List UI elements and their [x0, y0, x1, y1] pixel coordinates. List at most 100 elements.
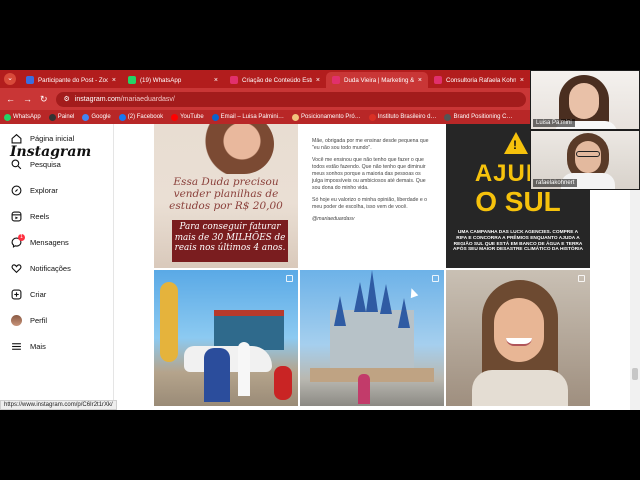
reels-icon [11, 211, 22, 221]
home-icon [11, 133, 22, 143]
nav-item-notifica-es[interactable]: Notificações [11, 261, 71, 275]
tab-favicon-icon [230, 76, 238, 84]
portrait-image [194, 124, 274, 174]
menu-icon [12, 342, 21, 350]
close-icon[interactable]: × [112, 77, 116, 84]
plus-square-icon [11, 289, 22, 299]
participant-name: Luisa Palmini [533, 119, 575, 127]
url-host: instagram.com [74, 95, 121, 103]
nav-label: Mais [30, 341, 46, 351]
nav-item-mensagens[interactable]: 1 Mensagens [11, 233, 69, 249]
selfie-shirt [472, 370, 568, 406]
castle-spire [334, 296, 346, 326]
bookmark-favicon-icon [211, 113, 219, 121]
zoom-participant-tile[interactable]: Luisa Palmini [530, 70, 640, 130]
bookmark-item[interactable]: Google [82, 113, 111, 121]
heart-icon [11, 263, 22, 273]
bookmark-item[interactable]: Instituto Brasileiro d… [368, 113, 437, 121]
statue-image [160, 282, 178, 362]
campaign-description: UMA CAMPANHA DAS LUCK AGENCIES. COMPRE A… [453, 230, 583, 253]
character-image [204, 348, 230, 402]
tab-favicon-icon [332, 76, 340, 84]
nav-item-p-gina-inicial[interactable]: Página inicial [11, 131, 74, 145]
nav-label: Mensagens [30, 237, 69, 247]
nav-item-criar[interactable]: Criar [11, 287, 46, 301]
close-icon[interactable]: × [418, 77, 422, 84]
nav-item-reels[interactable]: Reels [11, 209, 49, 223]
castle-spire [354, 282, 366, 312]
castle-spire [366, 270, 378, 312]
back-icon[interactable]: ← [6, 94, 15, 104]
bookmark-label: YouTube [180, 114, 204, 120]
nav-label: Notificações [30, 263, 71, 273]
scrollbar-thumb[interactable] [632, 368, 638, 380]
close-icon[interactable]: × [520, 77, 524, 84]
bookmark-favicon-icon [4, 113, 11, 121]
url-field[interactable]: ⚙ instagram.com/mariaeduardasv/ [55, 91, 526, 107]
bookmark-item[interactable]: Email – Luisa Palmini… [211, 113, 285, 121]
warning-icon: ! [504, 132, 528, 154]
tab-favicon-icon [26, 76, 34, 84]
browser-tab[interactable]: Consultoria Rafaela Kohnert × [428, 72, 530, 88]
letter-paragraph: Mãe, obrigada por me ensinar desde peque… [312, 138, 429, 151]
selfie-smile [506, 338, 532, 346]
tab-label: Duda Vieira | Marketing & Cont [344, 76, 414, 84]
nav-item-pesquisa[interactable]: Pesquisa [11, 157, 61, 171]
post-letter-to-mom[interactable]: Mãe, obrigada por me ensinar desde peque… [300, 124, 444, 268]
bookmark-label: Google [91, 114, 111, 120]
bookmark-favicon-icon [292, 113, 300, 121]
browser-tab[interactable]: Participante do Post - Zoom × [20, 72, 122, 88]
glasses [576, 151, 600, 157]
close-icon[interactable]: × [214, 77, 218, 84]
selfie-face [494, 298, 544, 362]
reload-icon[interactable]: ↻ [40, 94, 48, 105]
post-selfie[interactable] [446, 270, 590, 406]
bookmark-item[interactable]: YouTube [171, 113, 204, 121]
nav-item-explorar[interactable]: Explorar [11, 183, 58, 197]
letterbox-bottom [0, 410, 640, 480]
bookmark-label: Email – Luisa Palmini… [220, 114, 285, 120]
nav-label: Pesquisa [30, 159, 61, 169]
nav-item-perfil[interactable]: Perfil [11, 313, 47, 327]
bookmark-item[interactable]: Painel [48, 113, 74, 121]
post-universal-studios[interactable] [154, 270, 298, 406]
bookmark-label: Instituto Brasileiro d… [377, 114, 437, 120]
person-image [358, 374, 370, 404]
post-subheadline: Para conseguir faturar mais de 30 MILHÕE… [172, 220, 288, 262]
post-planilhas[interactable]: Essa Duda precisou vender planilhas de e… [154, 124, 298, 268]
wall-image [310, 368, 434, 382]
close-icon[interactable]: × [316, 77, 320, 84]
carousel-icon [286, 275, 293, 282]
browser-tab[interactable]: Criação de Conteúdo Estratégico × [224, 72, 326, 88]
zoom-participant-tile[interactable]: rafaelakohnert [530, 130, 640, 190]
bookmark-item[interactable]: Posicionamento Pró… [292, 113, 361, 121]
site-info-icon[interactable]: ⚙ [64, 95, 70, 103]
participant-face [569, 83, 599, 119]
nav-item-mais[interactable]: Mais [11, 339, 46, 353]
letter-paragraph: Você me ensinou que não tenho que fazer … [312, 157, 426, 191]
post-disney-castle[interactable] [300, 270, 444, 406]
profile-avatar [11, 314, 22, 326]
bookmark-item[interactable]: (2) Facebook [118, 113, 164, 121]
participant-face [575, 141, 601, 173]
forward-icon[interactable]: → [23, 94, 32, 104]
bookmark-item[interactable]: Brand Positioning C… [444, 113, 512, 121]
bookmark-label: (2) Facebook [127, 114, 164, 120]
url-path: /mariaeduardasv/ [120, 95, 175, 103]
search-icon [11, 159, 22, 169]
tab-search-button[interactable]: ⌄ [4, 73, 16, 85]
tab-label: Consultoria Rafaela Kohnert [446, 76, 516, 84]
tab-favicon-icon [128, 76, 136, 84]
browser-tab[interactable]: Duda Vieira | Marketing & Cont × [326, 72, 428, 88]
carousel-icon [578, 275, 585, 282]
nav-label: Perfil [30, 315, 48, 325]
bookmark-item[interactable]: WhatsApp [4, 113, 41, 121]
instagram-sidebar: Instagram Página inicial Pesquisa Explorar… [0, 124, 114, 410]
bookmark-favicon-icon [368, 113, 376, 121]
bookmark-favicon-icon [171, 113, 179, 121]
notification-badge: 1 [18, 233, 25, 241]
browser-tab[interactable]: (19) WhatsApp × [122, 72, 224, 88]
bookmark-favicon-icon [118, 113, 126, 121]
post-headline: Essa Duda precisou vender planilhas de e… [169, 176, 283, 212]
letterbox-top [0, 0, 640, 70]
